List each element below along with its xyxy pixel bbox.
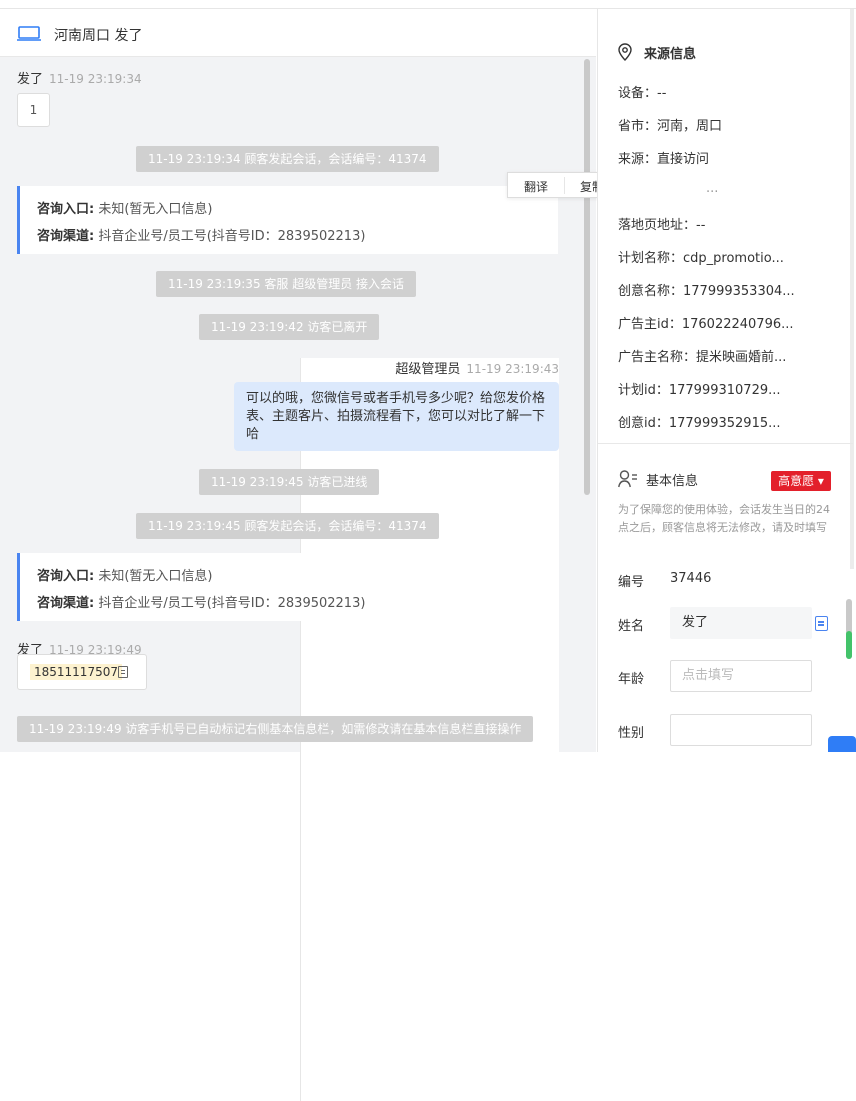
device-row: 设备：-- <box>618 86 667 101</box>
system-message: 11-19 23:19:34 顾客发起会话，会话编号：41374 <box>136 146 439 172</box>
message-time: 11-19 23:19:34 <box>49 72 142 86</box>
source-row: 来源：直接访问 <box>618 152 710 167</box>
consult-info-card: 咨询入口: 未知(暂无入口信息) 咨询渠道: 抖音企业号/员工号(抖音号ID：2… <box>17 186 558 254</box>
chat-title: 河南周口 发了 <box>54 28 143 44</box>
message-bubble[interactable]: 1 <box>17 93 50 127</box>
system-message: 11-19 23:19:45 访客已进线 <box>199 469 380 495</box>
panel-scrollbar[interactable] <box>846 599 852 659</box>
landing-page-row: 落地页地址：-- <box>618 218 706 233</box>
source-info-header: 来源信息 <box>618 43 696 62</box>
consult-info-card: 咨询入口: 未知(暂无入口信息) 咨询渠道: 抖音企业号/员工号(抖音号ID：2… <box>17 553 558 621</box>
phone-number[interactable]: 18511117507 <box>30 664 122 680</box>
consult-channel-row: 咨询渠道: 抖音企业号/员工号(抖音号ID：2839502213) <box>37 596 366 611</box>
advertiser-name-row: 广告主名称：提米映画婚前... <box>618 350 787 365</box>
id-label: 编号 <box>618 575 645 590</box>
translate-menu-item[interactable]: 翻译 <box>524 178 548 195</box>
customer-info-panel: 来源信息 设备：-- 省市：河南，周口 来源：直接访问 ... 落地页地址：--… <box>597 9 856 752</box>
source-info-title: 来源信息 <box>644 47 697 62</box>
copy-name-icon[interactable] <box>815 616 828 631</box>
system-message: 11-19 23:19:35 客服 超级管理员 接入会话 <box>156 271 417 297</box>
basic-info-title: 基本信息 <box>646 474 699 489</box>
id-value: 37446 <box>670 571 712 586</box>
province-city-row: 省市：河南，周口 <box>618 119 723 134</box>
creative-id-row: 创意id：177999352915... <box>618 416 781 431</box>
gender-label: 性别 <box>618 726 645 741</box>
gender-field[interactable] <box>670 714 812 746</box>
name-field[interactable]: 发了 <box>670 607 812 639</box>
chat-panel: 河南周口 发了 发了 11-19 23:19:34 1 11-19 23:19:3… <box>0 9 596 1101</box>
creative-name-row: 创意名称：177999353304... <box>618 284 795 299</box>
message-time: 11-19 23:19:43 <box>466 362 559 376</box>
edit-deadline-hint: 为了保障您的使用体验，会话发生当日的24点之后，顾客信息将无法修改，请及时填写 <box>618 503 830 534</box>
age-field[interactable]: 点击填写 <box>670 660 812 692</box>
advertiser-id-row: 广告主id：176022240796... <box>618 317 794 332</box>
plan-id-row: 计划id：177999310729... <box>618 383 781 398</box>
floating-action-button[interactable] <box>828 736 856 752</box>
name-label: 姓名 <box>618 619 645 634</box>
chat-scrollbar[interactable] <box>584 59 590 495</box>
panel-scroll-track <box>850 9 854 569</box>
person-icon <box>618 470 637 488</box>
chat-header: 河南周口 发了 <box>0 9 596 57</box>
system-message: 11-19 23:19:49 访客手机号已自动标记右侧基本信息栏，如需修改请在基… <box>17 716 534 742</box>
consult-entry-row: 咨询入口: 未知(暂无入口信息) <box>37 202 213 217</box>
agent-name: 超级管理员 <box>395 362 461 377</box>
laptop-icon <box>17 26 41 41</box>
agent-message-bubble[interactable]: 可以的哦，您微信号或者手机号多少呢？给您发价格表、主题客片、拍摄流程看下，您可以… <box>234 382 559 451</box>
sender-name: 发了 <box>17 72 44 87</box>
consult-entry-row: 咨询入口: 未知(暂无入口信息) <box>37 569 213 584</box>
basic-info-header: 基本信息 <box>618 470 698 489</box>
message-sender: 发了 11-19 23:19:34 <box>17 68 142 87</box>
top-bar <box>0 0 856 9</box>
hidden-row: ... <box>706 181 719 196</box>
system-message: 11-19 23:19:45 顾客发起会话，会话编号：41374 <box>136 513 439 539</box>
copy-icon[interactable] <box>118 666 128 678</box>
phone-message-bubble[interactable]: 18511117507 <box>17 654 147 690</box>
intent-level-dropdown[interactable]: 高意愿 ▾ <box>771 471 831 491</box>
plan-name-row: 计划名称：cdp_promotio... <box>618 251 784 266</box>
location-pin-icon <box>618 43 632 61</box>
age-label: 年龄 <box>618 672 645 687</box>
system-message: 11-19 23:19:42 访客已离开 <box>199 314 380 340</box>
menu-divider <box>564 177 565 194</box>
consult-channel-row: 咨询渠道: 抖音企业号/员工号(抖音号ID：2839502213) <box>37 229 366 244</box>
section-divider <box>598 443 853 444</box>
